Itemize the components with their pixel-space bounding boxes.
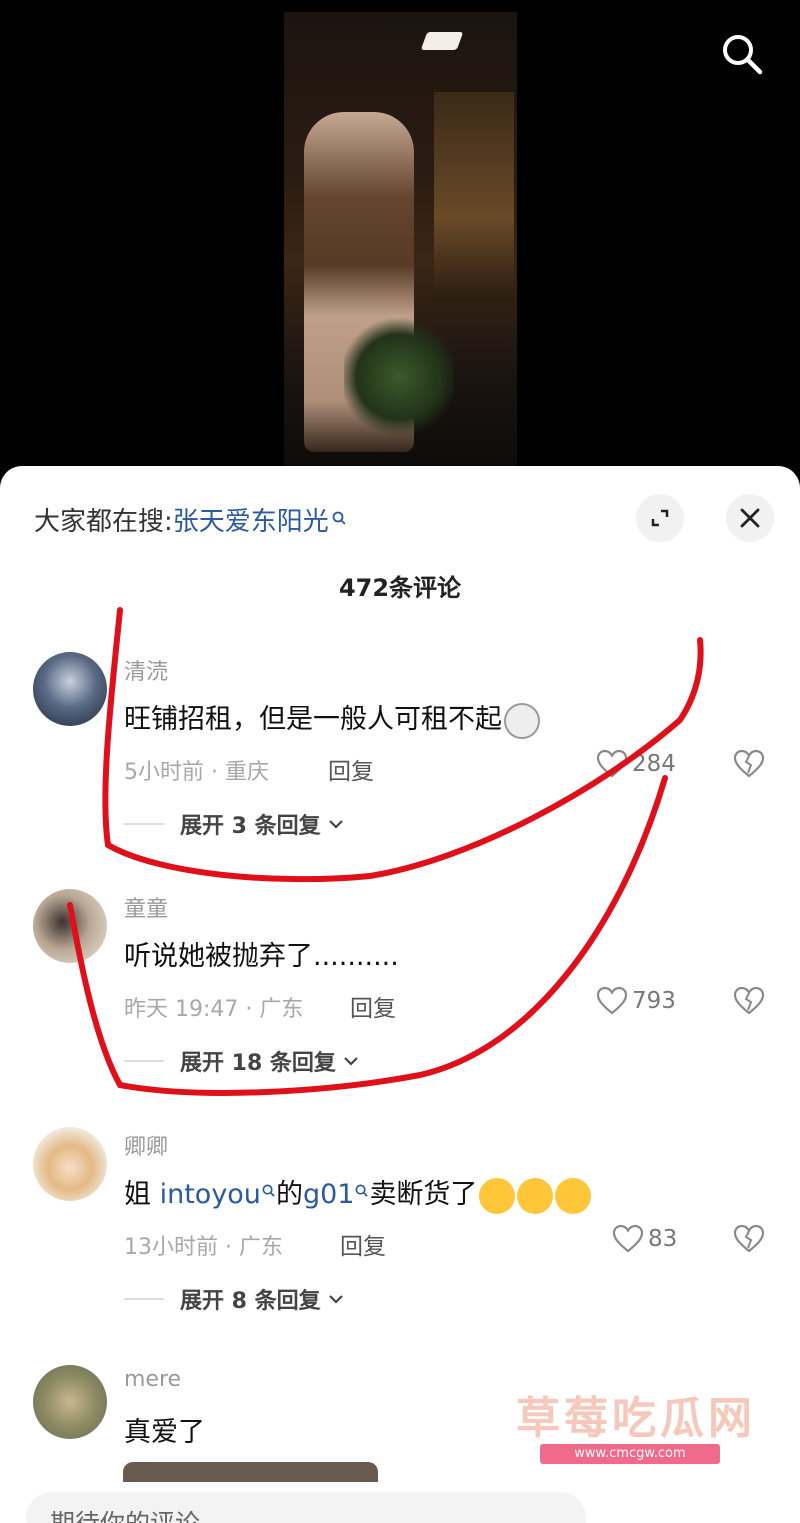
expand-replies-button[interactable]: 展开 3 条回复 — [124, 808, 345, 840]
comment-text-suffix: 卖断货了 — [369, 1179, 478, 1210]
watermark-title: 草莓吃瓜网 — [516, 1393, 756, 1444]
avatar[interactable] — [33, 1365, 107, 1439]
comment-input-placeholder: 期待你的评论 — [50, 1504, 200, 1523]
comment-text: 姐 intoyou 的g01 卖断货了 — [124, 1172, 592, 1214]
crying-laughing-emoji-icon — [517, 1177, 554, 1214]
heart-icon — [596, 986, 628, 1015]
watermark-url: www.cmcgw.com — [540, 1444, 720, 1464]
comment-meta: 5小时前 · 重庆 — [124, 760, 269, 785]
avatar[interactable] — [33, 652, 107, 726]
video-plant — [344, 312, 454, 442]
comment-text-body: 旺铺招租，但是一般人可租不起 — [124, 704, 502, 735]
comment-text-mid: 的 — [275, 1179, 303, 1210]
expand-replies-label: 展开 18 条回复 — [180, 1051, 336, 1076]
reply-button[interactable]: 回复 — [350, 989, 396, 1023]
suggestion-label: 大家都在搜: — [34, 507, 173, 537]
like-button[interactable]: 793 — [596, 986, 676, 1016]
crying-laughing-emoji-icon — [555, 1177, 592, 1214]
search-link[interactable]: intoyou — [160, 1179, 261, 1210]
divider — [124, 823, 164, 825]
avatar[interactable] — [33, 1127, 107, 1201]
like-count: 793 — [632, 988, 676, 1014]
comment-meta: 13小时前 · 广东 — [124, 1235, 283, 1260]
search-small-icon — [331, 503, 347, 533]
close-icon[interactable] — [726, 494, 774, 542]
search-small-icon — [261, 1174, 276, 1205]
search-small-icon — [354, 1174, 369, 1205]
comment-meta: 昨天 19:47 · 广东 — [124, 997, 304, 1022]
expand-replies-label: 展开 8 条回复 — [180, 1289, 321, 1314]
search-suggestion[interactable]: 大家都在搜:张天爱东阳光 — [34, 501, 347, 538]
like-count: 83 — [648, 1226, 678, 1252]
search-link[interactable]: g01 — [303, 1179, 355, 1210]
cat-emoji-icon — [504, 702, 540, 739]
like-count: 284 — [632, 751, 676, 777]
video-frame — [284, 12, 517, 468]
comment-text: 听说她被抛弃了.......... — [124, 941, 399, 972]
video-background-window — [434, 92, 514, 302]
heart-icon — [596, 749, 628, 778]
comment-text-prefix: 姐 — [124, 1179, 160, 1210]
divider — [124, 1298, 164, 1300]
video-player[interactable] — [0, 0, 800, 480]
suggestion-keyword[interactable]: 张天爱东阳光 — [173, 507, 329, 537]
heart-icon — [612, 1224, 644, 1253]
comment-count: 472条评论 — [338, 574, 462, 602]
comment-image[interactable] — [123, 1462, 378, 1482]
broken-heart-icon[interactable] — [733, 749, 765, 783]
comment-sheet: 大家都在搜:张天爱东阳光 472条评论 清涜 旺铺招租，但是一般人可租不起 5小… — [0, 466, 800, 1523]
divider — [124, 1060, 164, 1062]
broken-heart-icon[interactable] — [733, 986, 765, 1020]
reply-button[interactable]: 回复 — [340, 1227, 386, 1261]
chevron-down-icon — [328, 820, 343, 829]
comment-author[interactable]: mere — [124, 1367, 181, 1392]
comment-text: 真爱了 — [124, 1417, 205, 1448]
video-lamp — [420, 32, 464, 50]
broken-heart-icon[interactable] — [733, 1224, 765, 1258]
watermark: 草莓吃瓜网 www.cmcgw.com — [500, 1376, 790, 1466]
comment-input[interactable]: 期待你的评论 — [26, 1492, 586, 1523]
comment-text: 旺铺招租，但是一般人可租不起 — [124, 697, 540, 739]
like-button[interactable]: 284 — [596, 749, 676, 779]
like-button[interactable]: 83 — [612, 1224, 677, 1254]
chevron-down-icon — [344, 1057, 358, 1066]
comment-author[interactable]: 卿卿 — [124, 1129, 168, 1161]
expand-replies-button[interactable]: 展开 18 条回复 — [124, 1045, 360, 1077]
reply-button[interactable]: 回复 — [328, 752, 374, 786]
expand-replies-button[interactable]: 展开 8 条回复 — [124, 1283, 345, 1315]
expand-replies-label: 展开 3 条回复 — [180, 814, 321, 839]
comment-author[interactable]: 童童 — [124, 891, 168, 923]
avatar[interactable] — [33, 889, 107, 963]
search-icon[interactable] — [718, 30, 766, 78]
crying-laughing-emoji-icon — [479, 1177, 516, 1214]
expand-icon[interactable] — [636, 494, 684, 542]
chevron-down-icon — [328, 1295, 343, 1304]
comment-author[interactable]: 清涜 — [124, 654, 168, 686]
